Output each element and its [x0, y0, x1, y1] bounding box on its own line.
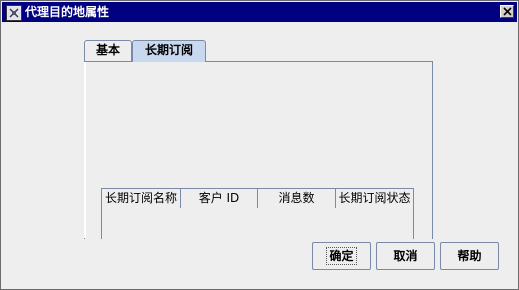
- column-header-message-count[interactable]: 消息数: [258, 189, 336, 208]
- ok-button[interactable]: 确定: [312, 242, 371, 270]
- column-header-client-id[interactable]: 客户 ID: [181, 189, 258, 208]
- focus-ring: [326, 247, 357, 265]
- help-button-label: 帮助: [457, 249, 482, 263]
- window-title: 代理目的地属性: [25, 5, 110, 19]
- help-button[interactable]: 帮助: [440, 242, 499, 270]
- close-button[interactable]: [500, 5, 514, 18]
- table-header: 长期订阅名称 客户 ID 消息数 长期订阅状态: [102, 188, 413, 208]
- close-icon: [503, 7, 512, 16]
- tab-basic[interactable]: 基本: [84, 40, 132, 61]
- column-header-subscription-state[interactable]: 长期订阅状态: [336, 189, 413, 208]
- panel-edge: [84, 62, 86, 238]
- subscriptions-table[interactable]: 长期订阅名称 客户 ID 消息数 长期订阅状态: [101, 188, 414, 239]
- tab-durable-subscriptions[interactable]: 长期订阅: [132, 40, 206, 62]
- cancel-button-label: 取消: [393, 249, 418, 263]
- column-header-subscription-name[interactable]: 长期订阅名称: [102, 189, 181, 208]
- cancel-button[interactable]: 取消: [376, 242, 435, 270]
- title-bar[interactable]: 代理目的地属性: [2, 2, 517, 22]
- app-icon: [6, 5, 22, 21]
